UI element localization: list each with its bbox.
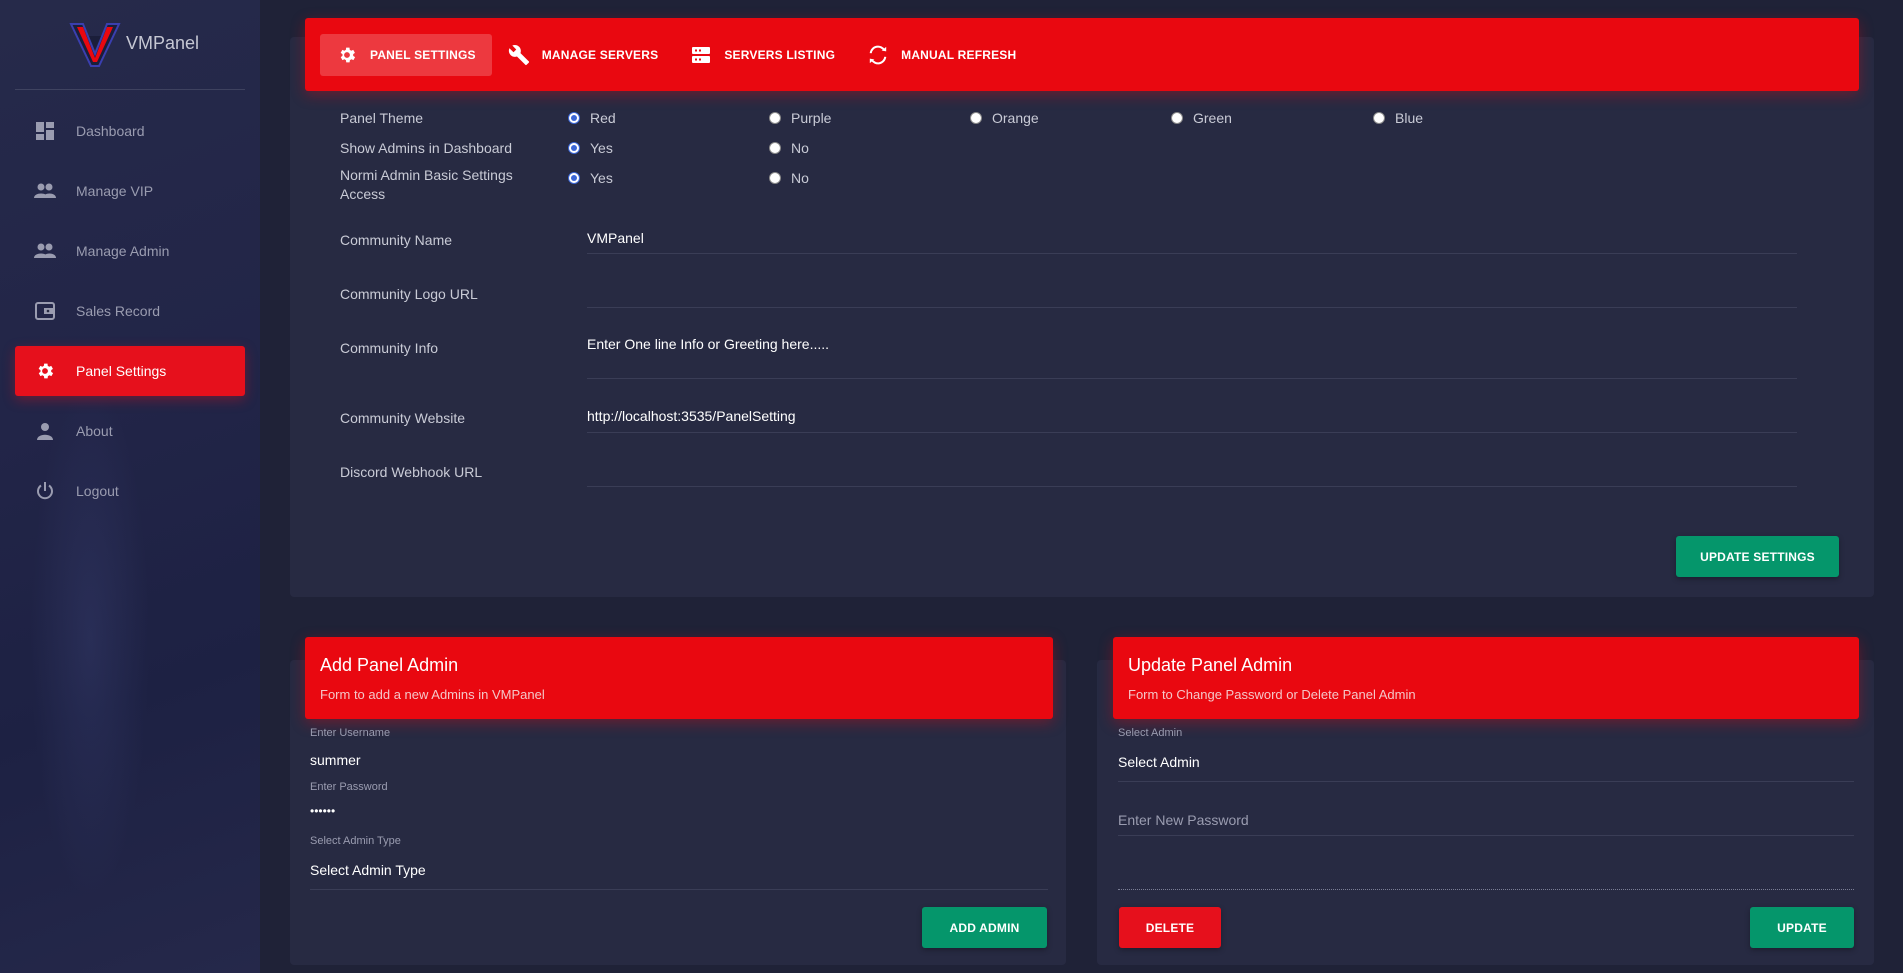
brand-name: VMPanel	[126, 33, 200, 53]
people-icon	[33, 239, 57, 263]
sidebar-item-label: Logout	[76, 483, 119, 499]
wrench-icon	[508, 44, 530, 66]
tab-panel-settings[interactable]: PANEL SETTINGS	[320, 33, 492, 76]
sidebar-item-sales-record[interactable]: Sales Record	[15, 286, 245, 336]
community-website-input[interactable]: http://localhost:3535/PanelSetting	[587, 408, 796, 424]
community-logo-underline	[587, 307, 1797, 308]
update-admin-button[interactable]: UPDATE	[1750, 907, 1854, 948]
password-label: Enter Password	[310, 781, 388, 793]
sidebar-nav: Dashboard Manage VIP Manage Admin Sales …	[15, 106, 245, 526]
new-password-underline	[1118, 835, 1854, 836]
new-password-input[interactable]: Enter New Password	[1118, 812, 1249, 828]
theme-option-blue[interactable]: Blue	[1373, 110, 1423, 126]
wallet-icon	[33, 299, 57, 323]
select-admin-label: Select Admin	[1118, 727, 1183, 739]
people-icon	[33, 179, 57, 203]
admin-type-label: Select Admin Type	[310, 835, 401, 847]
power-icon	[33, 479, 57, 503]
tab-label: MANUAL REFRESH	[901, 47, 1017, 62]
normi-access-no[interactable]: No	[769, 170, 809, 186]
sidebar-item-label: Manage Admin	[76, 243, 170, 259]
normi-access-label: Normi Admin Basic Settings Access	[340, 167, 513, 202]
theme-option-orange[interactable]: Orange	[970, 110, 1039, 126]
sidebar-item-logout[interactable]: Logout	[15, 466, 245, 516]
sidebar-item-dashboard[interactable]: Dashboard	[15, 106, 245, 156]
sidebar-item-label: About	[76, 423, 113, 439]
add-admin-subtitle: Form to add a new Admins in VMPanel	[320, 687, 545, 702]
radio-button[interactable]	[568, 142, 580, 154]
person-icon	[33, 419, 57, 443]
community-info-label: Community Info	[340, 340, 439, 356]
community-name-label: Community Name	[340, 232, 453, 248]
tab-label: PANEL SETTINGS	[370, 47, 476, 62]
refresh-icon	[867, 44, 889, 66]
panel-settings-card	[290, 37, 1874, 597]
update-admin-title: Update Panel Admin	[1128, 655, 1293, 675]
theme-option-green[interactable]: Green	[1171, 110, 1232, 126]
radio-button[interactable]	[769, 112, 781, 124]
sidebar-item-about[interactable]: About	[15, 406, 245, 456]
radio-button[interactable]	[1171, 112, 1183, 124]
tab-servers-listing[interactable]: SERVERS LISTING	[674, 34, 851, 76]
sidebar-item-label: Manage VIP	[76, 183, 154, 199]
update-admin-subtitle: Form to Change Password or Delete Panel …	[1128, 687, 1416, 702]
sidebar-item-label: Sales Record	[76, 303, 161, 319]
community-website-label: Community Website	[340, 410, 466, 426]
username-input[interactable]: summer	[310, 752, 361, 768]
gear-icon	[336, 44, 358, 66]
sidebar-item-manage-vip[interactable]: Manage VIP	[15, 166, 245, 216]
sidebar-item-label: Panel Settings	[76, 363, 167, 379]
admin-type-select[interactable]: Select Admin Type	[310, 862, 426, 878]
community-website-underline	[587, 432, 1797, 433]
normi-access-yes[interactable]: Yes	[568, 170, 613, 186]
brand: VMPanel	[15, 0, 245, 90]
radio-button[interactable]	[769, 172, 781, 184]
tab-manual-refresh[interactable]: MANUAL REFRESH	[851, 34, 1032, 76]
community-logo-label: Community Logo URL	[340, 286, 478, 302]
community-name-underline	[587, 253, 1797, 254]
tab-label: SERVERS LISTING	[724, 47, 836, 62]
panel-theme-label: Panel Theme	[340, 110, 424, 126]
add-admin-button[interactable]: ADD ADMIN	[922, 907, 1047, 948]
settings-tabs: PANEL SETTINGS MANAGE SERVERS SERVERS LI…	[305, 18, 1859, 91]
discord-webhook-underline	[587, 486, 1797, 487]
sidebar-item-manage-admin[interactable]: Manage Admin	[15, 226, 245, 276]
community-info-underline	[587, 378, 1797, 379]
select-admin-underline	[1118, 781, 1854, 782]
update-settings-button[interactable]: UPDATE SETTINGS	[1676, 536, 1839, 577]
show-admins-no[interactable]: No	[769, 140, 809, 156]
add-admin-header: Add Panel Admin Form to add a new Admins…	[305, 637, 1053, 719]
community-name-input[interactable]: VMPanel	[587, 230, 644, 246]
radio-button[interactable]	[970, 112, 982, 124]
vm-logo-icon	[69, 23, 121, 67]
radio-button[interactable]	[568, 112, 580, 124]
sidebar: VMPanel Dashboard Manage VIP Manage Admi…	[0, 0, 260, 973]
radio-button[interactable]	[568, 172, 580, 184]
radio-button[interactable]	[769, 142, 781, 154]
server-icon	[690, 44, 712, 66]
community-info-input[interactable]: Enter One line Info or Greeting here....…	[587, 336, 829, 352]
sidebar-item-panel-settings[interactable]: Panel Settings	[15, 346, 245, 396]
show-admins-yes[interactable]: Yes	[568, 140, 613, 156]
theme-option-purple[interactable]: Purple	[769, 110, 831, 126]
username-label: Enter Username	[310, 727, 391, 739]
discord-webhook-label: Discord Webhook URL	[340, 464, 483, 480]
show-admins-label: Show Admins in Dashboard	[340, 140, 512, 156]
sidebar-item-label: Dashboard	[76, 123, 145, 139]
radio-button[interactable]	[1373, 112, 1385, 124]
tab-label: MANAGE SERVERS	[541, 47, 659, 62]
dashboard-icon	[33, 119, 57, 143]
tab-manage-servers[interactable]: MANAGE SERVERS	[492, 34, 675, 76]
theme-option-red[interactable]: Red	[568, 110, 616, 126]
add-admin-title: Add Panel Admin	[320, 655, 459, 675]
select-admin-dropdown[interactable]: Select Admin	[1118, 754, 1200, 770]
gear-icon	[33, 359, 57, 383]
update-admin-header: Update Panel Admin Form to Change Passwo…	[1113, 637, 1859, 719]
disabled-field-underline	[1118, 889, 1854, 890]
delete-admin-button[interactable]: DELETE	[1119, 907, 1221, 948]
admin-type-underline	[310, 889, 1048, 890]
password-input[interactable]: ••••••	[310, 804, 335, 818]
